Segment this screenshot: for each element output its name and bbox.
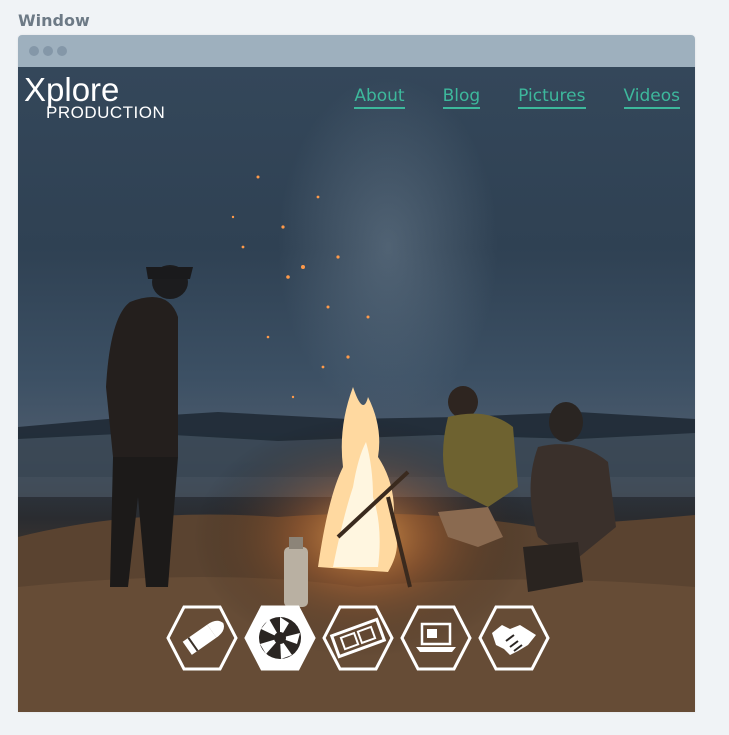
nav-link-blog[interactable]: Blog (442, 86, 481, 109)
logo-main-text: Xplore (24, 71, 120, 108)
hero-photo: Xplore PRODUCTION About Blog Pictures Vi… (18, 67, 695, 712)
nav-link-videos[interactable]: Videos (623, 86, 680, 109)
window-label: Window (18, 11, 90, 30)
window-titlebar (18, 35, 695, 67)
laptop-icon[interactable] (400, 605, 472, 671)
nav-link-pictures[interactable]: Pictures (518, 86, 586, 109)
window-dot-maximize[interactable] (57, 46, 67, 56)
site-logo[interactable]: Xplore PRODUCTION (24, 73, 165, 123)
window-dot-minimize[interactable] (43, 46, 53, 56)
window-dot-close[interactable] (29, 46, 39, 56)
nav-link-about[interactable]: About (354, 86, 405, 109)
film-strip-icon[interactable] (322, 605, 394, 671)
bullet-icon[interactable] (166, 605, 238, 671)
logo-sub-text: PRODUCTION (46, 103, 166, 122)
camera-shutter-icon[interactable] (244, 605, 316, 671)
browser-window: Xplore PRODUCTION About Blog Pictures Vi… (18, 35, 695, 712)
handshake-icon[interactable] (478, 605, 550, 671)
main-nav: About Blog Pictures Videos (316, 86, 680, 109)
service-icons (166, 605, 550, 671)
